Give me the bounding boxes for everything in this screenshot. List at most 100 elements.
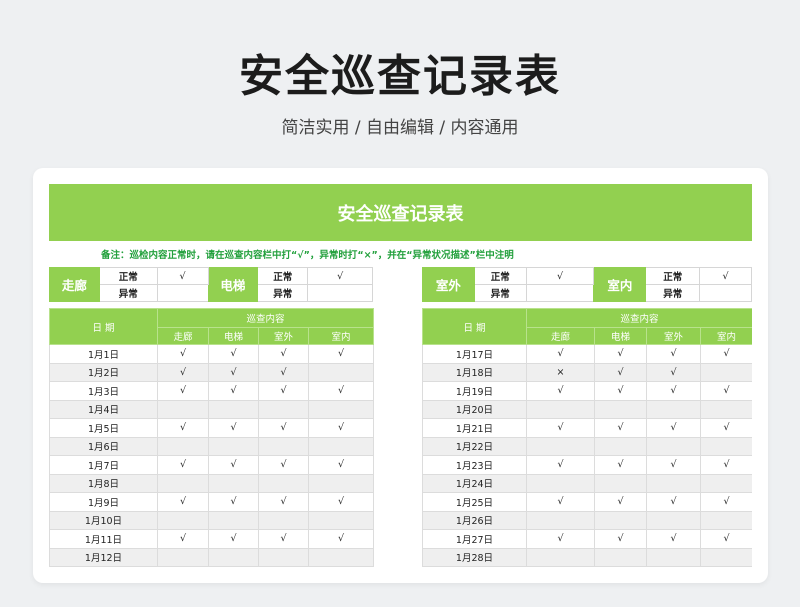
check-cell[interactable]: √ — [699, 344, 752, 364]
check-cell[interactable]: √ — [157, 418, 209, 438]
check-cell[interactable] — [526, 510, 595, 530]
check-cell[interactable]: √ — [157, 529, 209, 549]
check-cell[interactable]: √ — [307, 344, 375, 364]
check-cell[interactable] — [699, 436, 752, 456]
check-cell[interactable]: √ — [208, 362, 259, 382]
check-cell[interactable]: √ — [526, 492, 595, 512]
check-cell[interactable]: √ — [526, 418, 595, 438]
legend-abnormal-mark[interactable] — [307, 284, 373, 302]
check-cell[interactable]: √ — [646, 529, 701, 549]
check-cell[interactable]: √ — [699, 381, 752, 401]
check-cell[interactable]: √ — [157, 344, 209, 364]
check-cell[interactable] — [208, 436, 259, 456]
check-cell[interactable] — [307, 510, 375, 530]
check-cell[interactable] — [258, 510, 309, 530]
check-cell[interactable] — [699, 510, 752, 530]
check-cell[interactable]: √ — [646, 362, 701, 382]
legend-abnormal-mark[interactable] — [699, 284, 752, 302]
check-cell[interactable] — [307, 547, 375, 567]
check-cell[interactable]: √ — [208, 381, 259, 401]
check-cell[interactable]: √ — [307, 529, 375, 549]
check-cell[interactable] — [258, 436, 309, 456]
check-cell[interactable]: √ — [594, 529, 647, 549]
check-cell[interactable] — [699, 362, 752, 382]
check-cell[interactable]: √ — [208, 455, 259, 475]
check-cell[interactable] — [594, 547, 647, 567]
check-cell[interactable]: √ — [157, 362, 209, 382]
check-cell[interactable]: × — [526, 362, 595, 382]
check-cell[interactable] — [258, 399, 309, 419]
check-cell[interactable]: √ — [646, 492, 701, 512]
check-cell[interactable]: √ — [699, 529, 752, 549]
check-cell[interactable]: √ — [157, 381, 209, 401]
check-cell[interactable] — [594, 473, 647, 493]
check-cell[interactable] — [699, 399, 752, 419]
legend-normal-mark[interactable]: √ — [156, 267, 209, 285]
check-cell[interactable]: √ — [526, 381, 595, 401]
check-cell[interactable]: √ — [594, 418, 647, 438]
check-cell[interactable]: √ — [594, 455, 647, 475]
check-cell[interactable] — [208, 510, 259, 530]
legend-normal-mark[interactable]: √ — [525, 267, 595, 285]
check-cell[interactable] — [646, 399, 701, 419]
check-cell[interactable]: √ — [646, 344, 701, 364]
check-cell[interactable] — [646, 436, 701, 456]
check-cell[interactable]: √ — [646, 455, 701, 475]
check-cell[interactable]: √ — [258, 362, 309, 382]
check-cell[interactable] — [594, 436, 647, 456]
check-cell[interactable]: √ — [208, 492, 259, 512]
check-cell[interactable] — [307, 436, 375, 456]
check-cell[interactable] — [307, 399, 375, 419]
check-cell[interactable] — [157, 510, 209, 530]
check-cell[interactable]: √ — [258, 418, 309, 438]
check-cell[interactable] — [208, 547, 259, 567]
check-cell[interactable] — [646, 547, 701, 567]
check-cell[interactable]: √ — [699, 418, 752, 438]
check-cell[interactable]: √ — [594, 492, 647, 512]
check-cell[interactable] — [307, 473, 375, 493]
check-cell[interactable] — [646, 473, 701, 493]
check-cell[interactable]: √ — [646, 418, 701, 438]
check-cell[interactable]: √ — [157, 455, 209, 475]
check-cell[interactable] — [699, 547, 752, 567]
check-cell[interactable]: √ — [307, 381, 375, 401]
check-cell[interactable]: √ — [208, 418, 259, 438]
check-cell[interactable]: √ — [307, 418, 375, 438]
check-cell[interactable]: √ — [526, 529, 595, 549]
check-cell[interactable]: √ — [157, 492, 209, 512]
check-cell[interactable] — [157, 436, 209, 456]
check-cell[interactable]: √ — [594, 344, 647, 364]
check-cell[interactable]: √ — [699, 455, 752, 475]
check-cell[interactable]: √ — [258, 455, 309, 475]
check-cell[interactable]: √ — [699, 492, 752, 512]
check-cell[interactable] — [526, 399, 595, 419]
check-cell[interactable]: √ — [307, 492, 375, 512]
check-cell[interactable]: √ — [258, 381, 309, 401]
check-cell[interactable]: √ — [258, 529, 309, 549]
check-cell[interactable] — [208, 399, 259, 419]
check-cell[interactable] — [258, 547, 309, 567]
check-cell[interactable]: √ — [526, 344, 595, 364]
check-cell[interactable] — [157, 473, 209, 493]
check-cell[interactable] — [307, 362, 375, 382]
check-cell[interactable]: √ — [594, 362, 647, 382]
check-cell[interactable]: √ — [526, 455, 595, 475]
check-cell[interactable]: √ — [208, 344, 259, 364]
check-cell[interactable] — [594, 399, 647, 419]
check-cell[interactable] — [526, 473, 595, 493]
check-cell[interactable] — [208, 473, 259, 493]
check-cell[interactable] — [157, 399, 209, 419]
legend-normal-mark[interactable]: √ — [307, 267, 373, 285]
check-cell[interactable]: √ — [594, 381, 647, 401]
check-cell[interactable] — [594, 510, 647, 530]
check-cell[interactable]: √ — [307, 455, 375, 475]
check-cell[interactable] — [699, 473, 752, 493]
check-cell[interactable] — [526, 436, 595, 456]
check-cell[interactable] — [157, 547, 209, 567]
check-cell[interactable]: √ — [258, 344, 309, 364]
check-cell[interactable]: √ — [646, 381, 701, 401]
check-cell[interactable] — [646, 510, 701, 530]
legend-abnormal-mark[interactable] — [156, 284, 209, 302]
legend-normal-mark[interactable]: √ — [699, 267, 752, 285]
legend-abnormal-mark[interactable] — [525, 284, 595, 302]
